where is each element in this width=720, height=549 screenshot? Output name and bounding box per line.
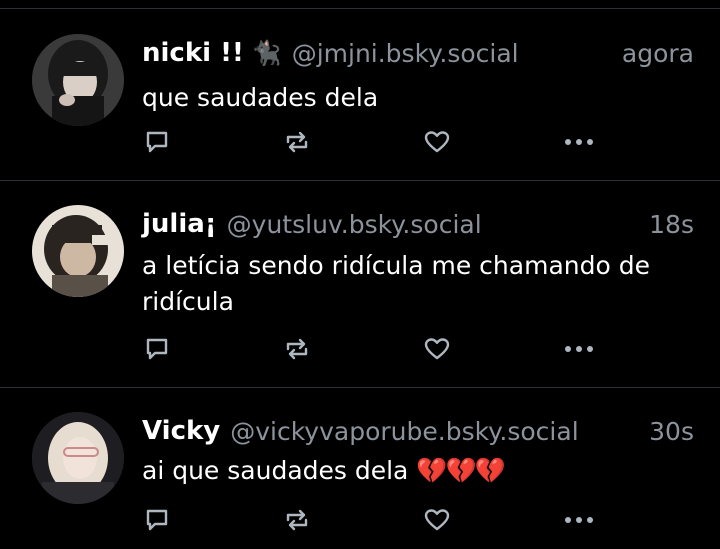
- repost-button[interactable]: [282, 505, 312, 535]
- like-button[interactable]: [422, 334, 452, 364]
- post-header: julia¡ @yutsluv.bsky.social 18s: [142, 209, 694, 239]
- reply-icon: [146, 509, 168, 531]
- more-options-icon: [565, 139, 593, 145]
- repost-button[interactable]: [282, 334, 312, 364]
- repost-icon: [286, 338, 308, 360]
- display-name[interactable]: julia¡: [142, 209, 217, 239]
- more-options-button[interactable]: [564, 334, 594, 364]
- like-button[interactable]: [422, 127, 452, 157]
- post-header: nicki !! 🐈‍⬛ @jmjni.bsky.social agora: [142, 38, 694, 68]
- black-cat-emoji: 🐈‍⬛: [251, 39, 282, 67]
- avatar-image: [32, 205, 124, 297]
- post-item[interactable]: Vicky @vickyvaporube.bsky.social 30s ai …: [0, 388, 720, 549]
- post-text-body: ai que saudades dela: [142, 456, 409, 485]
- display-name[interactable]: Vicky: [142, 416, 220, 446]
- repost-icon: [286, 509, 308, 531]
- reply-button[interactable]: [142, 505, 172, 535]
- post-item[interactable]: julia¡ @yutsluv.bsky.social 18s a letíci…: [0, 181, 720, 387]
- post-actions: [142, 505, 612, 535]
- reply-icon: [146, 131, 168, 153]
- timestamp[interactable]: 30s: [649, 417, 694, 446]
- user-handle[interactable]: @yutsluv.bsky.social: [227, 210, 482, 239]
- avatar[interactable]: [32, 412, 124, 504]
- avatar[interactable]: [32, 205, 124, 297]
- heart-icon: [424, 131, 450, 153]
- user-handle[interactable]: @vickyvaporube.bsky.social: [230, 417, 578, 446]
- post-item[interactable]: nicki !! 🐈‍⬛ @jmjni.bsky.social agora qu…: [0, 8, 720, 180]
- broken-heart-emojis: 💔💔💔: [416, 456, 505, 485]
- reply-icon: [146, 338, 168, 360]
- more-options-icon: [565, 346, 593, 352]
- reply-button[interactable]: [142, 127, 172, 157]
- repost-icon: [286, 131, 308, 153]
- heart-icon: [424, 338, 450, 360]
- like-button[interactable]: [422, 505, 452, 535]
- heart-icon: [424, 509, 450, 531]
- display-name[interactable]: nicki !!: [142, 38, 244, 68]
- user-handle[interactable]: @jmjni.bsky.social: [292, 39, 519, 68]
- post-actions: [142, 334, 612, 364]
- post-text: ai que saudades dela 💔💔💔: [142, 453, 702, 489]
- timestamp[interactable]: agora: [622, 39, 694, 68]
- post-header: Vicky @vickyvaporube.bsky.social 30s: [142, 416, 694, 446]
- reply-button[interactable]: [142, 334, 172, 364]
- avatar-image: [32, 34, 124, 126]
- post-actions: [142, 127, 612, 157]
- timestamp[interactable]: 18s: [649, 210, 694, 239]
- more-options-icon: [565, 517, 593, 523]
- more-options-button[interactable]: [564, 505, 594, 535]
- post-text: a letícia sendo ridícula me chamando de …: [142, 251, 650, 316]
- avatar-image: [32, 412, 124, 504]
- more-options-button[interactable]: [564, 127, 594, 157]
- post-text: que saudades dela: [142, 83, 379, 112]
- repost-button[interactable]: [282, 127, 312, 157]
- avatar[interactable]: [32, 34, 124, 126]
- post-feed: nicki !! 🐈‍⬛ @jmjni.bsky.social agora qu…: [0, 0, 720, 549]
